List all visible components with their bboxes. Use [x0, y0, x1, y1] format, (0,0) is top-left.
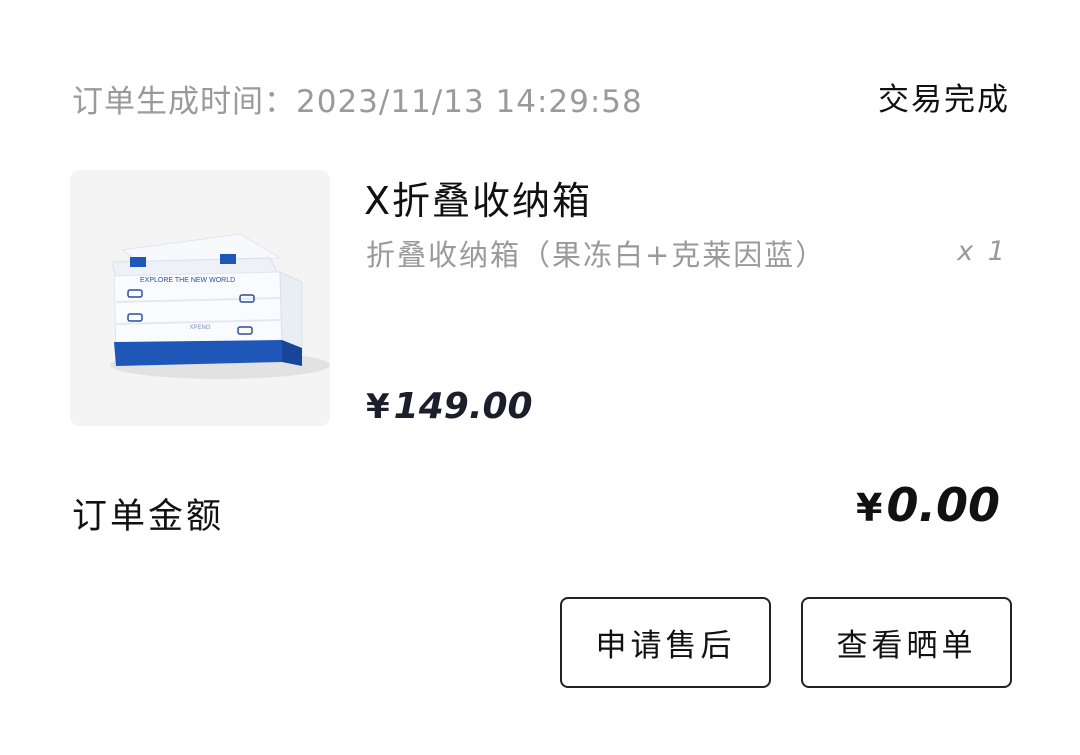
product-price-value: 149.00 [393, 386, 533, 427]
apply-after-sale-button[interactable]: 申请售后 [560, 597, 771, 688]
folding-box-image: EXPLORE THE NEW WORLD XPENG [110, 233, 330, 379]
order-total-value: 0.00 [886, 478, 1001, 532]
order-total-currency: ¥ [856, 486, 883, 530]
order-time-label: 订单生成时间： [72, 84, 296, 120]
product-price-currency: ¥ [366, 387, 390, 427]
product-image[interactable]: EXPLORE THE NEW WORLD XPENG [70, 170, 330, 426]
order-actions: 申请售后 查看晒单 [560, 597, 1012, 688]
product-price: ¥149.00 [366, 386, 533, 427]
order-header: 订单生成时间：2023/11/13 14:29:58 交易完成 [72, 72, 1010, 121]
order-total-amount: ¥0.00 [856, 478, 1000, 532]
order-time: 订单生成时间：2023/11/13 14:29:58 [72, 76, 643, 121]
order-total-label: 订单金额 [72, 497, 225, 537]
box-brand-text: XPENG [189, 325, 210, 331]
box-print-text: EXPLORE THE NEW WORLD [140, 277, 235, 284]
product-spec: 折叠收纳箱（果冻白+克莱因蓝） [366, 238, 827, 272]
order-status: 交易完成 [878, 82, 1010, 118]
order-total-row: 订单金额 ¥0.00 [72, 478, 1000, 548]
product-title[interactable]: X折叠收纳箱 [364, 170, 592, 225]
view-review-button[interactable]: 查看晒单 [801, 597, 1012, 688]
order-time-value: 2023/11/13 14:29:58 [296, 84, 643, 120]
product-card[interactable]: EXPLORE THE NEW WORLD XPENG X折叠收纳箱 折叠收纳箱… [70, 168, 1010, 430]
product-quantity: x 1 [957, 236, 1008, 267]
